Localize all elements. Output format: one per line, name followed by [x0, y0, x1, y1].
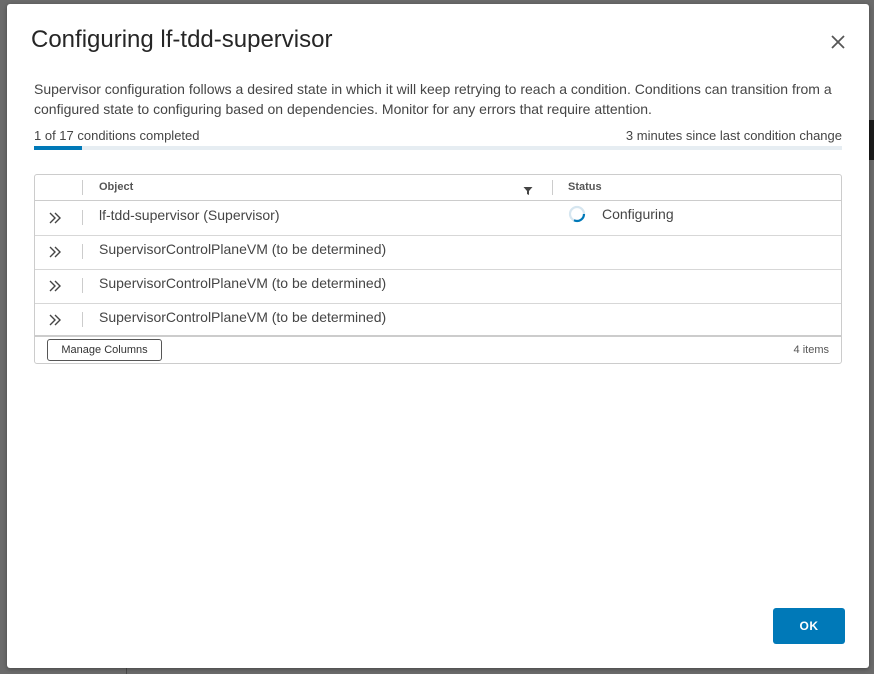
- expand-row-button[interactable]: [47, 312, 65, 328]
- column-separator[interactable]: [552, 180, 553, 195]
- conditions-progress-bar: [34, 146, 842, 150]
- progress-bar-fill: [34, 146, 82, 150]
- table-row: SupervisorControlPlaneVM (to be determin…: [35, 269, 841, 304]
- expand-row-button[interactable]: [47, 210, 65, 226]
- items-count: 4 items: [793, 344, 829, 356]
- cell-separator: [82, 210, 83, 225]
- double-chevron-right-icon: [49, 314, 61, 326]
- modal-title: Configuring lf-tdd-supervisor: [31, 26, 333, 53]
- expand-row-button[interactable]: [47, 278, 65, 294]
- double-chevron-right-icon: [49, 246, 61, 258]
- filter-icon[interactable]: [523, 183, 533, 195]
- datagrid-header: Object Status: [35, 175, 841, 201]
- column-header-status[interactable]: Status: [568, 181, 602, 193]
- table-row: SupervisorControlPlaneVM (to be determin…: [35, 235, 841, 270]
- modal-description: Supervisor configuration follows a desir…: [34, 81, 832, 117]
- datagrid-footer-divider: [35, 335, 841, 337]
- conditions-datagrid: Object Status lf-tdd-supervisor (Supervi…: [34, 174, 842, 364]
- cell-separator: [82, 244, 83, 259]
- double-chevron-right-icon: [49, 212, 61, 224]
- cell-separator: [82, 312, 83, 327]
- column-separator[interactable]: [82, 180, 83, 195]
- last-condition-change-label: 3 minutes since last condition change: [625, 128, 842, 143]
- close-icon: [831, 35, 845, 49]
- spinner-icon: [568, 205, 586, 223]
- object-cell: SupervisorControlPlaneVM (to be determin…: [99, 241, 387, 257]
- table-row: lf-tdd-supervisor (Supervisor) Configuri…: [35, 201, 841, 236]
- object-cell: SupervisorControlPlaneVM (to be determin…: [99, 275, 387, 291]
- backdrop-divider: [126, 668, 127, 674]
- expand-row-button[interactable]: [47, 244, 65, 260]
- status-cell: Configuring: [602, 206, 674, 222]
- manage-columns-button[interactable]: Manage Columns: [47, 339, 162, 361]
- column-header-object[interactable]: Object: [99, 181, 133, 193]
- close-button[interactable]: [829, 33, 847, 51]
- double-chevron-right-icon: [49, 280, 61, 292]
- object-cell: SupervisorControlPlaneVM (to be determin…: [99, 309, 387, 325]
- configuring-modal: Configuring lf-tdd-supervisor Supervisor…: [7, 4, 869, 668]
- ok-button[interactable]: OK: [773, 608, 845, 644]
- object-cell: lf-tdd-supervisor (Supervisor): [99, 207, 280, 223]
- conditions-completed-label: 1 of 17 conditions completed: [34, 128, 200, 143]
- cell-separator: [82, 278, 83, 293]
- table-row: SupervisorControlPlaneVM (to be determin…: [35, 303, 841, 337]
